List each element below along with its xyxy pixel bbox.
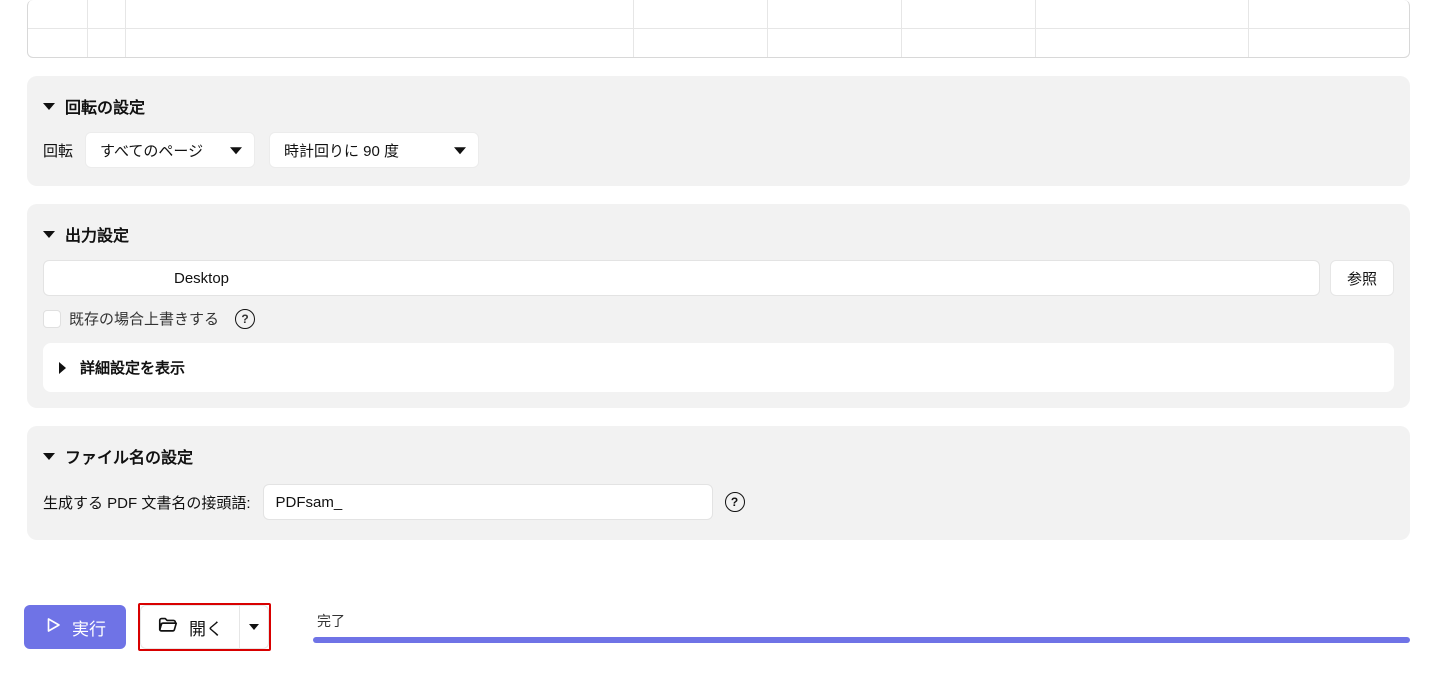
browse-button[interactable]: 参照 — [1330, 260, 1394, 296]
open-label: 開く — [189, 615, 223, 640]
table-cell — [902, 0, 1036, 28]
advanced-toggle[interactable]: 詳細設定を表示 — [43, 343, 1394, 392]
table-cell — [1249, 0, 1409, 28]
table-cell — [126, 0, 634, 28]
table-cell — [88, 0, 126, 28]
overwrite-checkbox[interactable] — [43, 310, 61, 328]
filename-section: ファイル名の設定 生成する PDF 文書名の接頭語: PDFsam_ ? — [27, 426, 1410, 540]
advanced-label: 詳細設定を表示 — [80, 357, 185, 378]
table-cell — [28, 0, 88, 28]
table-cell — [126, 29, 634, 57]
open-button[interactable]: 開く — [140, 605, 239, 649]
chevron-down-icon — [249, 624, 259, 630]
output-path-value: Desktop — [174, 270, 229, 287]
table-cell — [634, 29, 768, 57]
table-cell — [768, 29, 902, 57]
prefix-value: PDFsam_ — [276, 494, 343, 511]
chevron-down-icon — [43, 103, 55, 110]
run-label: 実行 — [72, 615, 106, 640]
help-icon[interactable]: ? — [725, 492, 745, 512]
play-icon — [44, 616, 62, 639]
table-cell — [768, 0, 902, 28]
progress-status: 完了 — [313, 611, 1410, 631]
browse-label: 参照 — [1347, 268, 1377, 289]
rotation-section: 回転の設定 回転 すべてのページ 時計回りに 90 度 — [27, 76, 1410, 186]
rotation-label: 回転 — [43, 140, 73, 161]
output-title: 出力設定 — [65, 222, 129, 246]
chevron-right-icon — [59, 362, 66, 374]
table-cell — [1249, 29, 1409, 57]
overwrite-label: 既存の場合上書きする — [69, 308, 219, 329]
output-section: 出力設定 Desktop 参照 既存の場合上書きする ? 詳細設定を表示 — [27, 204, 1410, 408]
output-header[interactable]: 出力設定 — [41, 218, 1396, 258]
chevron-down-icon — [43, 231, 55, 238]
run-button[interactable]: 実行 — [24, 605, 126, 649]
rotation-title: 回転の設定 — [65, 94, 145, 118]
rotation-header[interactable]: 回転の設定 — [41, 90, 1396, 130]
table-cell — [1036, 29, 1249, 57]
open-dropdown-button[interactable] — [239, 605, 269, 649]
progress-fill — [313, 637, 1410, 643]
rotation-pages-value: すべてのページ — [100, 140, 203, 161]
help-icon[interactable]: ? — [235, 309, 255, 329]
prefix-input[interactable]: PDFsam_ — [263, 484, 713, 520]
filename-title: ファイル名の設定 — [65, 444, 193, 468]
prefix-label: 生成する PDF 文書名の接頭語: — [43, 492, 251, 513]
chevron-down-icon — [454, 147, 466, 154]
output-path-input[interactable]: Desktop — [43, 260, 1320, 296]
open-split-button: 開く — [138, 603, 271, 651]
table-cell — [902, 29, 1036, 57]
rotation-degrees-value: 時計回りに 90 度 — [284, 140, 399, 161]
rotation-pages-select[interactable]: すべてのページ — [85, 132, 255, 168]
progress-track — [313, 637, 1410, 643]
filename-header[interactable]: ファイル名の設定 — [41, 440, 1396, 480]
table-cell — [634, 0, 768, 28]
table-cell — [1036, 0, 1249, 28]
chevron-down-icon — [230, 147, 242, 154]
action-bar: 実行 開く 完了 — [24, 602, 1432, 652]
table-cell — [88, 29, 126, 57]
folder-open-icon — [157, 614, 179, 641]
rotation-degrees-select[interactable]: 時計回りに 90 度 — [269, 132, 479, 168]
progress: 完了 — [313, 611, 1410, 643]
chevron-down-icon — [43, 453, 55, 460]
file-table — [27, 0, 1410, 58]
table-cell — [28, 29, 88, 57]
